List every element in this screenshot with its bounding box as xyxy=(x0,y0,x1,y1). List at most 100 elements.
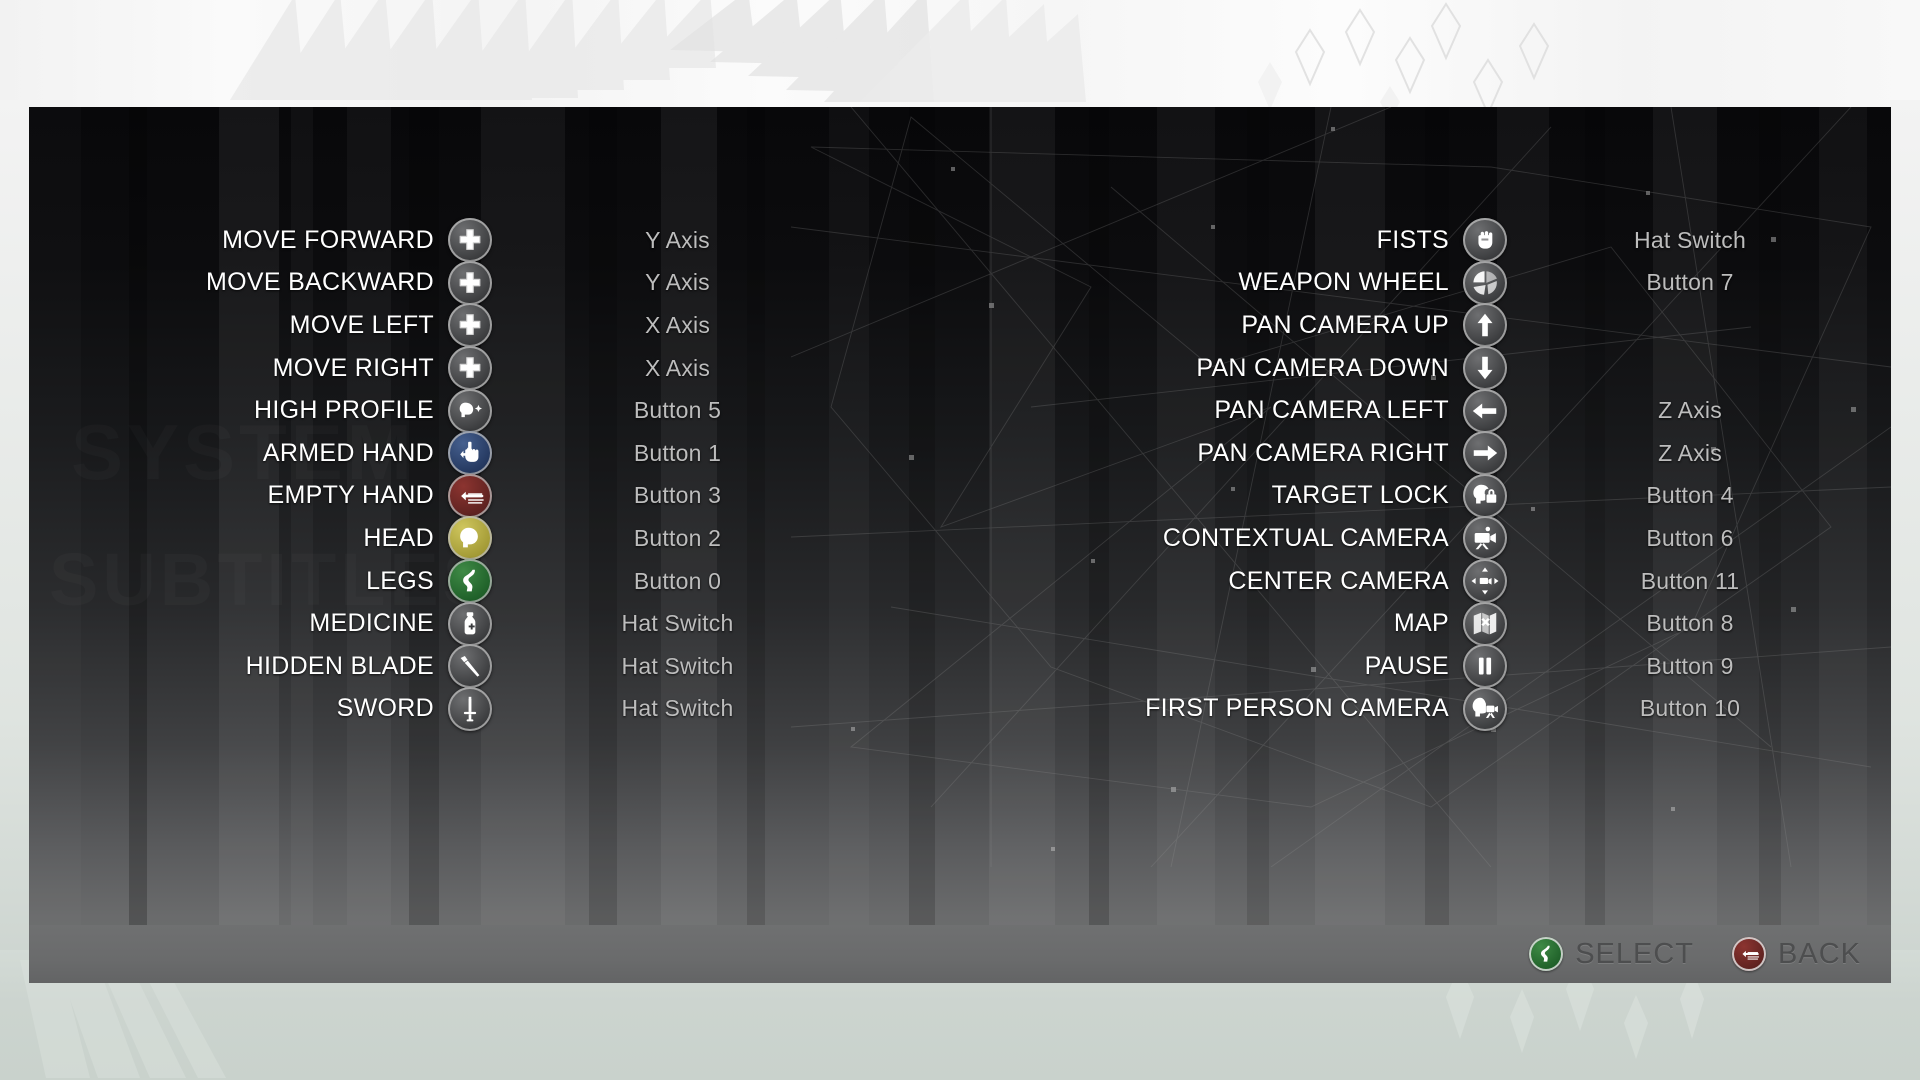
binding-value[interactable]: X Axis xyxy=(506,355,849,382)
weapon-wheel-icon xyxy=(1463,260,1507,305)
target-lock-icon xyxy=(1463,473,1507,518)
fist-icon xyxy=(1463,218,1507,263)
arrow-right-icon xyxy=(1463,431,1507,476)
binding-value[interactable]: Button 11 xyxy=(1521,568,1859,595)
binding-label: MEDICINE xyxy=(309,609,434,638)
binding-value[interactable]: Button 2 xyxy=(506,525,849,552)
binding-row[interactable]: HIGH PROFILE Button 5 xyxy=(89,388,849,433)
binding-label: WEAPON WHEEL xyxy=(1238,268,1449,297)
legs-icon xyxy=(448,559,492,604)
hidden-blade-icon xyxy=(448,644,492,689)
binding-label: MOVE RIGHT xyxy=(272,353,434,382)
hint-item[interactable]: BACK xyxy=(1732,937,1861,971)
binding-row[interactable]: HIDDEN BLADE Hat Switch xyxy=(89,644,849,689)
binding-value[interactable]: Button 5 xyxy=(506,397,849,424)
high-profile-icon xyxy=(448,388,492,433)
binding-row[interactable]: PAUSE Button 9 xyxy=(859,644,1859,689)
feather-wing-decoration xyxy=(230,0,1086,102)
hint-label: SELECT xyxy=(1575,937,1695,970)
binding-row[interactable]: MEDICINE Hat Switch xyxy=(89,601,849,646)
binding-row[interactable]: MOVE RIGHT X Axis xyxy=(89,346,849,391)
binding-row[interactable]: MOVE FORWARD Y Axis xyxy=(89,218,849,263)
binding-row[interactable]: MAP Button 8 xyxy=(859,601,1859,646)
binding-label: HIDDEN BLADE xyxy=(245,651,434,680)
binding-value[interactable]: X Axis xyxy=(506,312,849,339)
binding-value[interactable]: Button 10 xyxy=(1521,695,1859,722)
binding-value[interactable]: Z Axis xyxy=(1521,397,1859,424)
first-person-camera-icon xyxy=(1463,686,1507,731)
binding-row[interactable]: PAN CAMERA LEFT Z Axis xyxy=(859,388,1859,433)
binding-row[interactable]: WEAPON WHEEL Button 7 xyxy=(859,260,1859,305)
binding-label: TARGET LOCK xyxy=(1271,481,1449,510)
armed-hand-icon xyxy=(448,431,492,476)
binding-label: PAUSE xyxy=(1364,651,1449,680)
head-icon xyxy=(448,516,492,561)
hint-item[interactable]: SELECT xyxy=(1529,937,1694,971)
binding-value[interactable]: Button 8 xyxy=(1521,610,1859,637)
sword-icon xyxy=(448,686,492,731)
map-icon xyxy=(1463,601,1507,646)
binding-value[interactable]: Hat Switch xyxy=(1521,227,1859,254)
empty-hand-icon xyxy=(1732,937,1767,971)
medicine-icon xyxy=(448,601,492,646)
binding-value[interactable]: Button 1 xyxy=(506,440,849,467)
binding-label: PAN CAMERA RIGHT xyxy=(1197,438,1449,467)
binding-value[interactable]: Y Axis xyxy=(506,227,849,254)
binding-label: FIRST PERSON CAMERA xyxy=(1145,694,1449,723)
binding-label: MOVE LEFT xyxy=(289,310,434,339)
binding-label: HIGH PROFILE xyxy=(253,396,434,425)
hint-label: BACK xyxy=(1778,937,1861,970)
binding-label: EMPTY HAND xyxy=(267,481,434,510)
binding-row[interactable]: CONTEXTUAL CAMERA Button 6 xyxy=(859,516,1859,561)
binding-label: PAN CAMERA DOWN xyxy=(1196,353,1449,382)
binding-row[interactable]: SWORD Hat Switch xyxy=(89,686,849,731)
binding-value[interactable]: Button 4 xyxy=(1521,482,1859,509)
binding-row[interactable]: PAN CAMERA UP xyxy=(859,303,1859,348)
binding-label: LEGS xyxy=(366,566,434,595)
binding-value[interactable]: Button 3 xyxy=(506,482,849,509)
binding-value[interactable]: Button 6 xyxy=(1521,525,1859,552)
binding-row[interactable]: MOVE LEFT X Axis xyxy=(89,303,849,348)
binding-row[interactable]: HEAD Button 2 xyxy=(89,516,849,561)
legs-icon xyxy=(1529,937,1564,971)
hint-bar: SELECT BACK xyxy=(29,925,1891,983)
binding-row[interactable]: TARGET LOCK Button 4 xyxy=(859,473,1859,518)
arrow-left-icon xyxy=(1463,388,1507,433)
binding-value[interactable]: Y Axis xyxy=(506,269,849,296)
background-left-band xyxy=(0,100,30,980)
binding-value[interactable]: Button 7 xyxy=(1521,269,1859,296)
binding-value[interactable]: Button 0 xyxy=(506,568,849,595)
binding-value[interactable]: Hat Switch xyxy=(506,610,849,637)
arrow-up-icon xyxy=(1463,303,1507,348)
dpad-icon xyxy=(448,218,492,263)
binding-value[interactable]: Z Axis xyxy=(1521,440,1859,467)
dpad-icon xyxy=(448,260,492,305)
binding-row[interactable]: CENTER CAMERA Button 11 xyxy=(859,559,1859,604)
binding-row[interactable]: MOVE BACKWARD Y Axis xyxy=(89,260,849,305)
binding-label: MOVE BACKWARD xyxy=(206,268,434,297)
binding-label: MAP xyxy=(1393,609,1449,638)
dpad-icon xyxy=(448,303,492,348)
binding-label: ARMED HAND xyxy=(262,438,434,467)
binding-row[interactable]: LEGS Button 0 xyxy=(89,559,849,604)
binding-row[interactable]: FISTS Hat Switch xyxy=(859,218,1859,263)
binding-label: PAN CAMERA UP xyxy=(1241,310,1449,339)
binding-value[interactable]: Hat Switch xyxy=(506,695,849,722)
binding-value[interactable]: Hat Switch xyxy=(506,653,849,680)
binding-label: FISTS xyxy=(1376,225,1449,254)
bottom-controls: DEFAULT CONTROLLER 6 axis 16 button game… xyxy=(29,757,1891,947)
binding-row[interactable]: FIRST PERSON CAMERA Button 10 xyxy=(859,686,1859,731)
empty-hand-icon xyxy=(448,473,492,518)
controls-panel: SYSTEM SUBTITLES MOVE FORWARDY AxisMOVE … xyxy=(29,107,1891,969)
binding-row[interactable]: PAN CAMERA RIGHT Z Axis xyxy=(859,431,1859,476)
bindings-column-right: FISTS Hat Switch WEAPON WHEEL Button 7 PAN C… xyxy=(859,218,1859,731)
binding-label: SWORD xyxy=(336,694,434,723)
binding-row[interactable]: ARMED HAND Button 1 xyxy=(89,431,849,476)
bindings-column-left: MOVE FORWARD Y Axis MOVE BACKWARD Y Axis MOV… xyxy=(89,218,849,731)
binding-label: CONTEXTUAL CAMERA xyxy=(1162,523,1449,552)
binding-row[interactable]: EMPTY HAND Button 3 xyxy=(89,473,849,518)
binding-label: HEAD xyxy=(363,523,434,552)
background-right-band xyxy=(1890,100,1920,980)
binding-value[interactable]: Button 9 xyxy=(1521,653,1859,680)
binding-row[interactable]: PAN CAMERA DOWN xyxy=(859,346,1859,391)
